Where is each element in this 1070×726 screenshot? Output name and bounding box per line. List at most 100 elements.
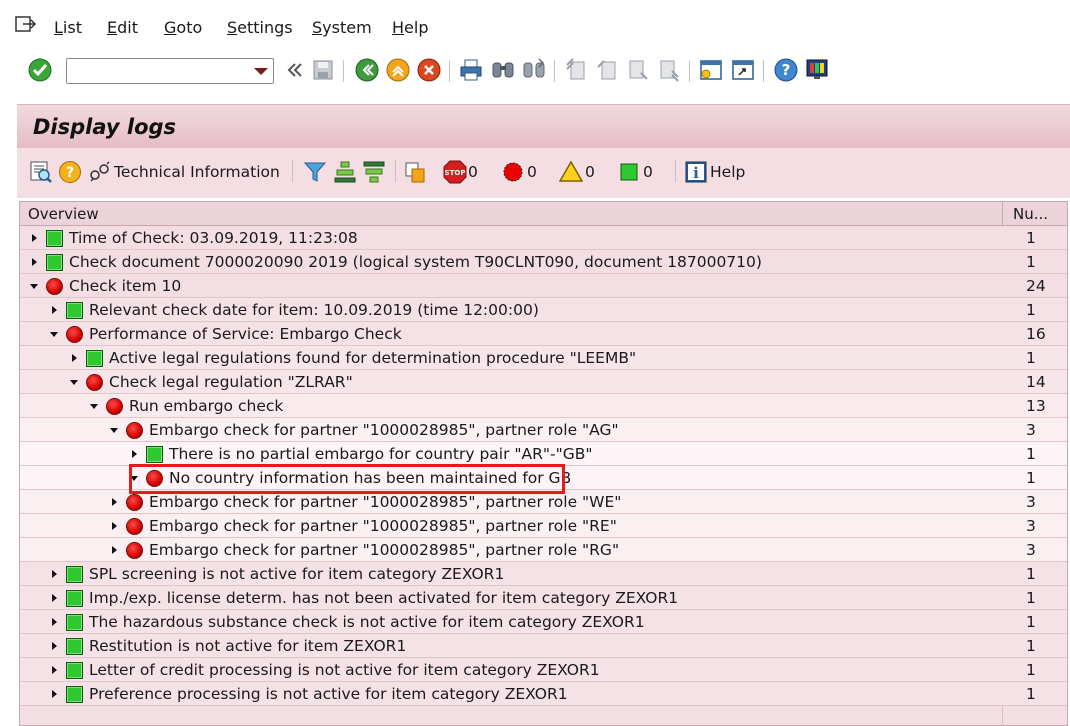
success-message-icon[interactable]: [617, 160, 641, 184]
warning-message-icon[interactable]: [559, 160, 583, 184]
back-icon[interactable]: [354, 57, 380, 83]
create-session-icon[interactable]: [698, 57, 724, 83]
expanded-node-icon[interactable]: [130, 474, 138, 482]
stop-message-icon[interactable]: STOP: [443, 160, 467, 184]
tree-row[interactable]: Letter of credit processing is not activ…: [20, 658, 1067, 682]
collapsed-node-icon[interactable]: [50, 570, 58, 578]
tree-row[interactable]: Embargo check for partner "1000028985", …: [20, 538, 1067, 562]
double-chevron-left-icon[interactable]: [281, 57, 307, 83]
tree-row-label: Check document 7000020090 2019 (logical …: [69, 253, 762, 271]
tree-row[interactable]: Active legal regulations found for deter…: [20, 346, 1067, 370]
column-header-number[interactable]: Nu...: [1013, 205, 1048, 223]
tree-row[interactable]: Check item 10 24: [20, 274, 1067, 298]
enter-checkmark-icon[interactable]: [27, 57, 53, 83]
long-text-help-icon[interactable]: ?: [58, 160, 82, 184]
help-icon[interactable]: ?: [773, 57, 799, 83]
collapsed-node-icon[interactable]: [50, 618, 58, 626]
collapsed-node-icon[interactable]: [50, 690, 58, 698]
svg-text:?: ?: [66, 165, 74, 181]
tree-row[interactable]: SPL screening is not active for item cat…: [20, 562, 1067, 586]
menu-exit-icon[interactable]: [15, 15, 37, 35]
copy-icon[interactable]: [403, 160, 427, 184]
technical-information-icon[interactable]: [88, 160, 112, 184]
expand-all-icon[interactable]: [333, 160, 357, 184]
menu-list[interactable]: List: [54, 18, 82, 37]
tree-row[interactable]: Check legal regulation "ZLRAR" 14: [20, 370, 1067, 394]
next-page-icon[interactable]: [625, 57, 651, 83]
tree-row-count: 1: [1026, 229, 1036, 247]
technical-information-button[interactable]: Technical Information: [114, 163, 280, 181]
exit-icon[interactable]: [385, 57, 411, 83]
collapsed-node-icon[interactable]: [110, 522, 118, 530]
info-icon[interactable]: i: [684, 160, 708, 184]
detail-view-icon[interactable]: [29, 160, 53, 184]
collapsed-node-icon[interactable]: [70, 354, 78, 362]
menu-edit[interactable]: Edit: [107, 18, 138, 37]
collapsed-node-icon[interactable]: [130, 450, 138, 458]
tree-row[interactable]: Preference processing is not active for …: [20, 682, 1067, 706]
success-status-icon: [146, 445, 163, 463]
generate-shortcut-icon[interactable]: [730, 57, 756, 83]
tree-row[interactable]: There is no partial embargo for country …: [20, 442, 1067, 466]
tree-row-content: Restitution is not active for item ZEXOR…: [50, 634, 406, 658]
previous-page-icon[interactable]: [594, 57, 620, 83]
tree-row[interactable]: Relevant check date for item: 10.09.2019…: [20, 298, 1067, 322]
collapse-all-icon[interactable]: [362, 160, 386, 184]
collapsed-node-icon[interactable]: [110, 498, 118, 506]
tree-row[interactable]: Check document 7000020090 2019 (logical …: [20, 250, 1067, 274]
tree-row[interactable]: The hazardous substance check is not act…: [20, 610, 1067, 634]
error-status-icon: [46, 277, 63, 295]
expanded-node-icon[interactable]: [90, 402, 98, 410]
menu-goto[interactable]: Goto: [164, 18, 202, 37]
tree-row[interactable]: Embargo check for partner "1000028985", …: [20, 418, 1067, 442]
filter-icon[interactable]: [303, 160, 327, 184]
menu-help[interactable]: Help: [392, 18, 428, 37]
expanded-node-icon[interactable]: [30, 282, 38, 290]
collapsed-node-icon[interactable]: [50, 666, 58, 674]
print-icon[interactable]: [458, 57, 484, 83]
tree-row[interactable]: Imp./exp. license determ. has not been a…: [20, 586, 1067, 610]
help-button[interactable]: Help: [710, 163, 745, 181]
log-tree: Overview Nu... Time of Check: 03.09.2019…: [19, 201, 1068, 726]
save-icon[interactable]: [310, 57, 336, 83]
collapsed-node-icon[interactable]: [30, 258, 38, 266]
tree-row[interactable]: Embargo check for partner "1000028985", …: [20, 514, 1067, 538]
tree-row-label: Performance of Service: Embargo Check: [89, 325, 402, 343]
customize-layout-icon[interactable]: [804, 57, 830, 83]
menu-bar: List Edit Goto Settings System Help: [0, 0, 1070, 52]
tree-row-count: 3: [1026, 541, 1036, 559]
tree-row[interactable]: Time of Check: 03.09.2019, 11:23:08 1: [20, 226, 1067, 250]
find-next-icon[interactable]: [521, 57, 547, 83]
tree-row[interactable]: Performance of Service: Embargo Check 16: [20, 322, 1067, 346]
command-dropdown-icon[interactable]: [254, 68, 268, 75]
collapsed-node-icon[interactable]: [110, 546, 118, 554]
expanded-node-icon[interactable]: [50, 330, 58, 338]
tree-row-label: Time of Check: 03.09.2019, 11:23:08: [69, 229, 358, 247]
error-message-icon[interactable]: [501, 160, 525, 184]
tree-row-content: Imp./exp. license determ. has not been a…: [50, 586, 678, 610]
tree-row[interactable]: Embargo check for partner "1000028985", …: [20, 490, 1067, 514]
expanded-node-icon[interactable]: [110, 426, 118, 434]
tree-row[interactable]: Restitution is not active for item ZEXOR…: [20, 634, 1067, 658]
cancel-icon[interactable]: [416, 57, 442, 83]
tree-header: Overview Nu...: [20, 202, 1067, 226]
tree-row-content: SPL screening is not active for item cat…: [50, 562, 504, 586]
collapsed-node-icon[interactable]: [50, 594, 58, 602]
collapsed-node-icon[interactable]: [50, 306, 58, 314]
collapsed-node-icon[interactable]: [50, 642, 58, 650]
tree-row[interactable]: Run embargo check 13: [20, 394, 1067, 418]
find-icon[interactable]: [490, 57, 516, 83]
column-header-overview[interactable]: Overview: [28, 205, 99, 223]
last-page-icon[interactable]: [656, 57, 682, 83]
first-page-icon[interactable]: [563, 57, 589, 83]
success-status-icon: [66, 685, 83, 703]
column-divider[interactable]: [1002, 202, 1003, 226]
collapsed-node-icon[interactable]: [30, 234, 38, 242]
menu-system[interactable]: System: [312, 18, 372, 37]
success-status-icon: [66, 613, 83, 631]
tree-row-label: Check item 10: [69, 277, 182, 295]
expanded-node-icon[interactable]: [70, 378, 78, 386]
menu-settings[interactable]: Settings: [227, 18, 293, 37]
tree-row[interactable]: No country information has been maintain…: [20, 466, 1067, 490]
command-field[interactable]: [66, 58, 274, 84]
